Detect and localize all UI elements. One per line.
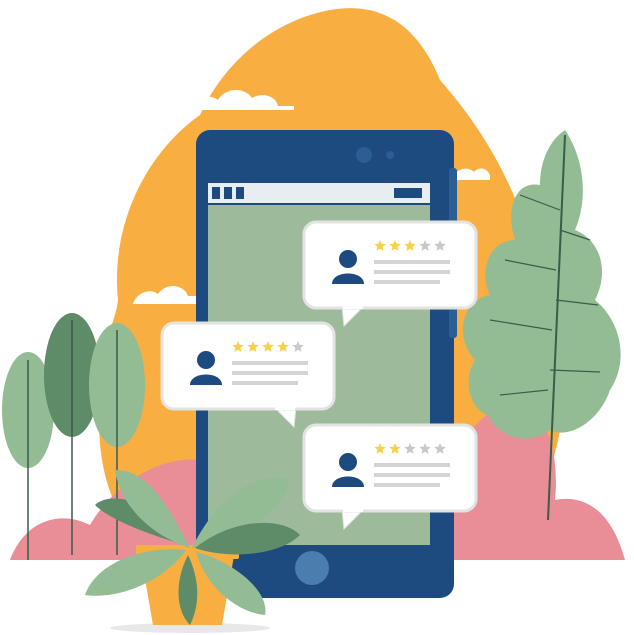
reviews-illustration [2,8,625,633]
review-bubble [302,423,478,513]
sensor-dot [386,151,394,159]
review-text-line [374,483,440,487]
review-bubble [302,220,478,310]
review-text-line [374,473,450,477]
review-bubble [160,321,336,411]
review-text-line [374,260,450,264]
home-button-icon[interactable] [295,551,329,585]
camera-icon [356,147,372,163]
review-text-line [374,270,450,274]
review-text-line [232,361,308,365]
review-text-line [374,463,450,467]
review-text-line [232,371,308,375]
review-text-line [374,280,440,284]
review-text-line [232,381,298,385]
